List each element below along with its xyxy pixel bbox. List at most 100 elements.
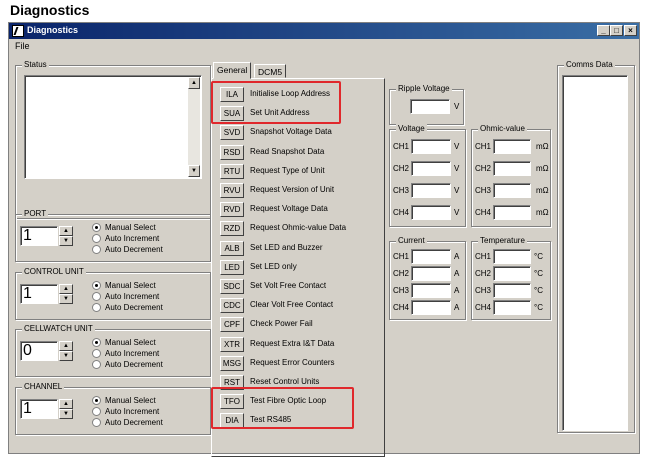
channel-decrement-label: Auto Decrement (105, 418, 163, 427)
control-unit-increment-label: Auto Increment (105, 292, 160, 301)
status-log[interactable]: ▲ ▼ (24, 75, 202, 179)
cellwatch-unit-spin-up[interactable]: ▲ (59, 341, 73, 351)
control-unit-manual-radio[interactable] (92, 281, 101, 290)
channel-value[interactable]: 1 (20, 399, 58, 419)
current-ch1-unit: A (454, 252, 460, 261)
cmd-rvd-label: Request Voltage Data (250, 204, 328, 214)
temperature-ch1-field[interactable] (493, 249, 531, 264)
app-icon (12, 25, 24, 37)
cmd-rsd-label: Read Snapshot Data (250, 146, 325, 156)
cmd-rvu-button[interactable]: RVU (220, 183, 244, 198)
control-unit-spin-down[interactable]: ▼ (59, 294, 73, 304)
port-spin-up[interactable]: ▲ (59, 226, 73, 236)
port-increment-radio[interactable] (92, 234, 101, 243)
current-ch3-field[interactable] (411, 283, 451, 298)
voltage-ch2-unit: V (454, 164, 460, 173)
control-unit-value[interactable]: 1 (20, 284, 58, 304)
cmd-cpf-button[interactable]: CPF (220, 317, 244, 333)
port-spin-down[interactable]: ▼ (59, 236, 73, 246)
channel-decrement-radio[interactable] (92, 418, 101, 427)
cmd-rvd-button[interactable]: RVD (220, 202, 244, 218)
ohmic-ch2-field[interactable] (493, 161, 531, 176)
ohmic-ch3-field[interactable] (493, 183, 531, 198)
control-unit-decrement-label: Auto Decrement (105, 303, 163, 312)
channel-spin-up[interactable]: ▲ (59, 399, 73, 409)
scroll-down-icon[interactable]: ▼ (188, 165, 200, 177)
port-manual-radio[interactable] (92, 223, 101, 232)
voltage-ch1-field[interactable] (411, 139, 451, 154)
port-decrement-label: Auto Decrement (105, 245, 163, 254)
port-value[interactable]: 1 (20, 226, 58, 246)
cellwatch-unit-spin-down[interactable]: ▼ (59, 351, 73, 361)
ohmic-value-label: Ohmic-value (478, 124, 527, 133)
current-ch2-field[interactable] (411, 266, 451, 281)
cellwatch-decrement-radio[interactable] (92, 360, 101, 369)
cmd-xtr-button[interactable]: XTR (220, 336, 244, 352)
voltage-ch4-label: CH4 (393, 208, 410, 217)
cmd-cdc-button[interactable]: CDC (220, 298, 244, 314)
port-decrement-radio[interactable] (92, 245, 101, 254)
menu-file[interactable]: File (15, 41, 30, 51)
current-ch4-field[interactable] (411, 300, 451, 315)
ripple-voltage-field[interactable] (410, 99, 450, 114)
cmd-rtu-button[interactable]: RTU (220, 163, 244, 179)
channel-increment-radio[interactable] (92, 407, 101, 416)
cmd-msg-button[interactable]: MSG (220, 355, 244, 371)
ohmic-ch3-unit: mΩ (536, 186, 549, 195)
cmd-sdc-button[interactable]: SDC (220, 279, 244, 294)
cmd-alb-label: Set LED and Buzzer (250, 242, 323, 252)
control-unit-increment-radio[interactable] (92, 292, 101, 301)
cmd-led-label: Set LED only (250, 261, 297, 271)
voltage-ch4-field[interactable] (411, 205, 451, 220)
voltage-group: Voltage CH1 V CH2 V CH3 V CH4 V (389, 124, 466, 227)
comms-data-log[interactable] (562, 75, 628, 431)
channel-spin-down[interactable]: ▼ (59, 409, 73, 419)
channel-manual-label: Manual Select (105, 396, 156, 405)
cmd-svd-label: Snapshot Voltage Data (250, 127, 332, 137)
cellwatch-unit-label: CELLWATCH UNIT (22, 324, 95, 333)
cellwatch-manual-radio[interactable] (92, 338, 101, 347)
temperature-ch1-unit: °C (534, 252, 543, 261)
minimize-button[interactable]: _ (597, 25, 610, 36)
cellwatch-manual-label: Manual Select (105, 338, 156, 347)
comms-data-label: Comms Data (564, 60, 615, 69)
port-manual-label: Manual Select (105, 223, 156, 232)
ohmic-ch4-field[interactable] (493, 205, 531, 220)
tab-general[interactable]: General (213, 62, 252, 79)
current-ch4-label: CH4 (393, 303, 410, 312)
cmd-led-button[interactable]: LED (220, 259, 244, 275)
temperature-label: Temperature (478, 236, 527, 245)
cmd-alb-button[interactable]: ALB (220, 240, 244, 256)
current-ch1-field[interactable] (411, 249, 451, 264)
tab-dcm5[interactable]: DCM5 (254, 64, 287, 78)
channel-manual-radio[interactable] (92, 396, 101, 405)
ohmic-ch1-field[interactable] (493, 139, 531, 154)
temperature-ch2-field[interactable] (493, 266, 531, 281)
temperature-ch3-field[interactable] (493, 283, 531, 298)
ohmic-ch2-label: CH2 (475, 164, 492, 173)
scroll-up-icon[interactable]: ▲ (188, 77, 200, 89)
current-ch4-unit: A (454, 303, 460, 312)
temperature-ch4-field[interactable] (493, 300, 531, 315)
cellwatch-increment-radio[interactable] (92, 349, 101, 358)
ohmic-ch2-unit: mΩ (536, 164, 549, 173)
cmd-rzd-label: Request Ohmic-value Data (250, 223, 347, 233)
control-unit-spin-up[interactable]: ▲ (59, 284, 73, 294)
maximize-button[interactable]: □ (610, 25, 623, 36)
current-ch3-unit: A (454, 286, 460, 295)
voltage-ch3-field[interactable] (411, 183, 451, 198)
channel-group: CHANNEL 1 ▲ ▼ Manual Select Auto Increme… (15, 382, 211, 435)
control-unit-decrement-radio[interactable] (92, 303, 101, 312)
current-ch3-label: CH3 (393, 286, 410, 295)
status-scrollbar[interactable]: ▲ ▼ (188, 77, 200, 177)
cmd-svd-button[interactable]: SVD (220, 125, 244, 141)
close-button[interactable]: × (624, 25, 637, 36)
voltage-ch2-field[interactable] (411, 161, 451, 176)
cmd-rsd-button[interactable]: RSD (220, 144, 244, 160)
temperature-ch3-unit: °C (534, 286, 543, 295)
cmd-rzd-button[interactable]: RZD (220, 221, 244, 237)
cellwatch-unit-value[interactable]: 0 (20, 341, 58, 361)
ohmic-value-group: Ohmic-value CH1 mΩ CH2 mΩ CH3 mΩ CH4 mΩ (471, 124, 551, 227)
port-increment-label: Auto Increment (105, 234, 160, 243)
status-label: Status (22, 60, 49, 69)
